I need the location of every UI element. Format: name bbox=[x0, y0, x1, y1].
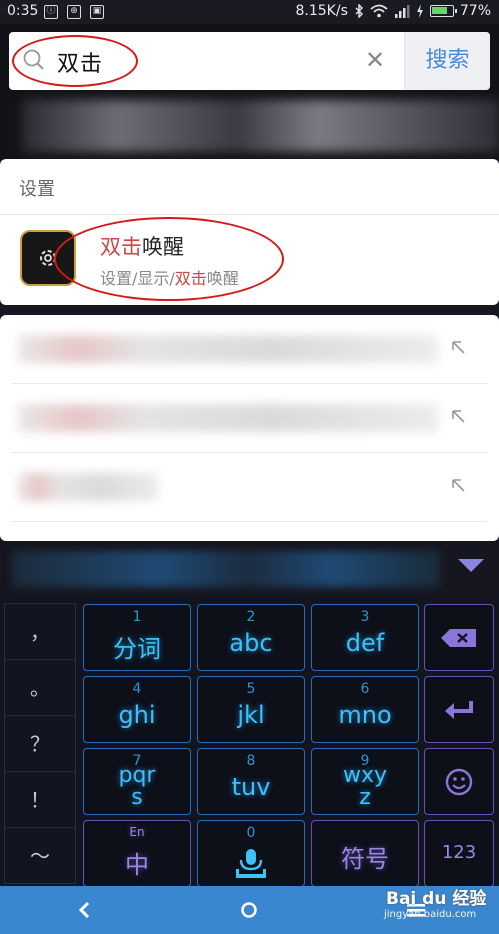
backspace-button[interactable] bbox=[424, 604, 494, 671]
key-9[interactable]: 9 wxy z bbox=[311, 748, 419, 815]
fill-query-arrow-icon[interactable] bbox=[450, 339, 468, 357]
backspace-icon bbox=[441, 628, 476, 647]
back-button[interactable] bbox=[54, 886, 114, 934]
status-indicators: 8.15K/s 77% bbox=[296, 3, 492, 19]
fill-query-arrow-icon[interactable] bbox=[450, 408, 468, 426]
search-input[interactable]: 双击 bbox=[57, 46, 103, 78]
blurred-history-row bbox=[22, 100, 499, 152]
watermark-url: jingyan.baidu.com bbox=[384, 909, 477, 920]
wifi-icon bbox=[370, 4, 388, 18]
status-bar: 0:35 ⓘ ⊕ ▣ 8.15K/s 77% bbox=[0, 0, 499, 24]
key-5[interactable]: 5 jkl bbox=[197, 676, 305, 743]
signal-icon bbox=[394, 4, 410, 18]
search-area: 双击 ✕ 搜索 bbox=[0, 24, 499, 159]
language-switch-key[interactable]: En 中 bbox=[83, 820, 191, 887]
result-path: 设置/显示/双击唤醒 bbox=[100, 269, 239, 288]
key-6[interactable]: 6 mno bbox=[311, 676, 419, 743]
key-3[interactable]: 3 def bbox=[311, 604, 419, 671]
key-1[interactable]: 1 分词 bbox=[83, 604, 191, 671]
punctuation-column: ， 。 ？ ！ ～ bbox=[4, 603, 76, 884]
symbols-key[interactable]: 符号 bbox=[311, 820, 419, 887]
search-button[interactable]: 搜索 bbox=[404, 32, 490, 90]
settings-gear-icon bbox=[20, 230, 76, 286]
emoji-button[interactable] bbox=[424, 748, 494, 815]
suggestion-item[interactable] bbox=[0, 453, 499, 522]
collapse-keyboard-icon[interactable] bbox=[458, 559, 484, 572]
suggestion-item[interactable] bbox=[0, 384, 499, 453]
clear-icon[interactable]: ✕ bbox=[365, 46, 385, 74]
status-time: 0:35 bbox=[7, 3, 39, 19]
search-box[interactable]: 双击 ✕ 搜索 bbox=[9, 32, 490, 90]
key-8[interactable]: 8 tuv bbox=[197, 748, 305, 815]
key-7[interactable]: 7 pqr s bbox=[83, 748, 191, 815]
numeric-key[interactable]: 123 bbox=[424, 820, 494, 887]
punct-key[interactable]: ～ bbox=[5, 828, 75, 884]
baidu-jingyan-watermark: Bai du 经验 bbox=[386, 889, 487, 909]
notification-icon: ⊕ bbox=[67, 5, 81, 19]
battery-percent: 77% bbox=[459, 3, 491, 19]
blurred-suggestion bbox=[18, 335, 438, 363]
enter-icon bbox=[445, 700, 473, 719]
notification-icon: ▣ bbox=[90, 5, 104, 19]
punct-key[interactable]: ！ bbox=[5, 772, 75, 828]
blurred-suggestion bbox=[18, 473, 158, 501]
enter-button[interactable] bbox=[424, 676, 494, 743]
key-2[interactable]: 2 abc bbox=[197, 604, 305, 671]
keyboard-candidate-bar bbox=[0, 541, 499, 597]
keyboard: ， 。 ？ ！ ～ 1 分词 2 abc 3 def 4 ghi 5 jkl 6 mno 7… bbox=[0, 597, 499, 887]
suggestions-card bbox=[0, 315, 499, 541]
charging-icon bbox=[416, 4, 423, 18]
punct-key[interactable]: ？ bbox=[5, 716, 75, 772]
result-title: 双击唤醒 bbox=[100, 235, 184, 259]
microphone-icon bbox=[236, 849, 266, 878]
section-title: 设置 bbox=[19, 179, 55, 200]
space-key[interactable]: 0 bbox=[197, 820, 305, 887]
battery-icon bbox=[429, 5, 457, 17]
home-icon bbox=[241, 902, 257, 918]
blurred-candidates bbox=[12, 551, 440, 587]
search-icon bbox=[23, 49, 44, 70]
settings-result-item[interactable]: 双击唤醒 设置/显示/双击唤醒 bbox=[0, 215, 499, 305]
network-speed: 8.15K/s bbox=[295, 3, 348, 19]
bluetooth-icon bbox=[355, 4, 363, 18]
blurred-suggestion bbox=[18, 404, 438, 432]
key-4[interactable]: 4 ghi bbox=[83, 676, 191, 743]
fill-query-arrow-icon[interactable] bbox=[450, 477, 468, 495]
back-icon bbox=[78, 901, 90, 919]
emoji-icon bbox=[445, 768, 473, 795]
suggestion-item[interactable] bbox=[0, 315, 499, 384]
notification-icon: ⓘ bbox=[44, 5, 58, 19]
settings-results-card: 设置 双击唤醒 设置/显示/双击唤醒 bbox=[0, 159, 499, 305]
punct-key[interactable]: 。 bbox=[5, 660, 75, 716]
punct-key[interactable]: ， bbox=[5, 604, 75, 660]
home-button[interactable] bbox=[219, 886, 279, 934]
